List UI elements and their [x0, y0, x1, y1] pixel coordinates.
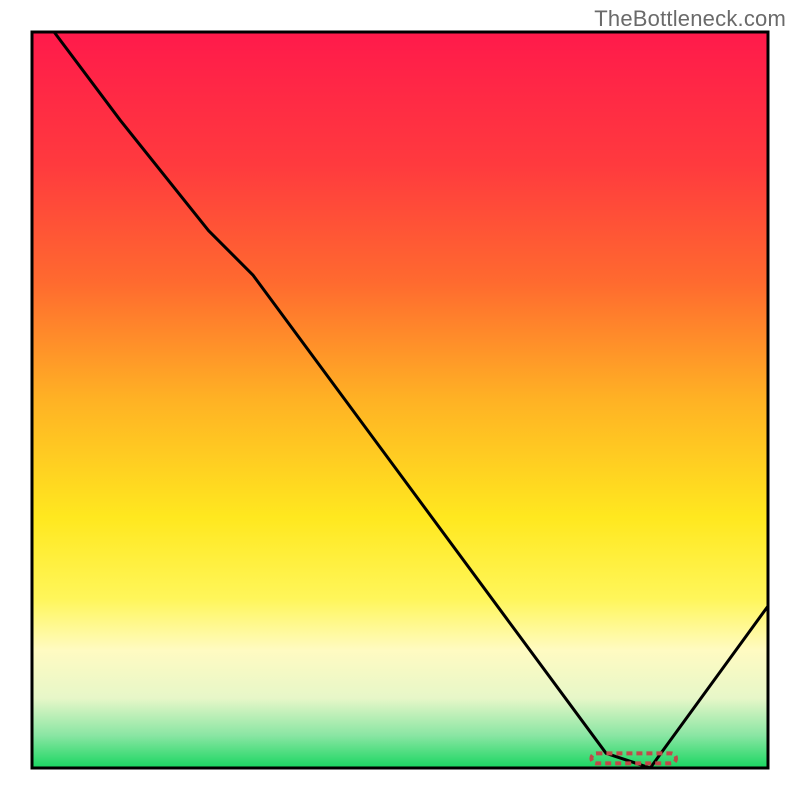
plot-area [32, 32, 768, 768]
chart-container: TheBottleneck.com [0, 0, 800, 800]
chart-svg [0, 0, 800, 800]
gradient-background [32, 32, 768, 768]
watermark-text: TheBottleneck.com [594, 6, 786, 32]
